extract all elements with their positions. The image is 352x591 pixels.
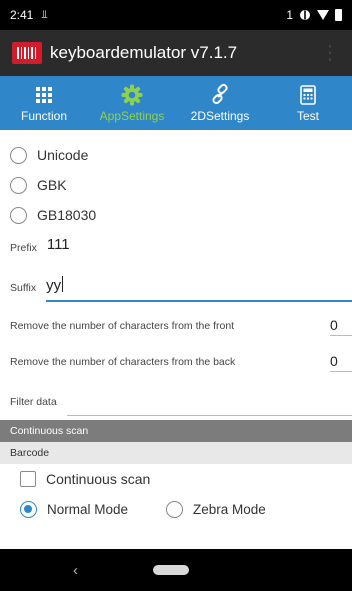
section-header-barcode: Barcode xyxy=(0,442,352,464)
mode-option-zebra[interactable]: Zebra Mode xyxy=(166,500,266,518)
encoding-option-label: GB18030 xyxy=(37,207,97,223)
tab-function[interactable]: Function xyxy=(0,76,88,130)
calculator-icon xyxy=(300,84,316,105)
tab-bar: Function AppSettings 2DSettings Test xyxy=(0,76,352,130)
app-title: keyboardemulator v7.1.7 xyxy=(50,43,238,62)
gear-icon xyxy=(121,84,143,105)
suffix-value: yy xyxy=(46,277,62,294)
mode-option-label: Zebra Mode xyxy=(193,501,266,517)
link-icon xyxy=(212,83,228,104)
mode-option-label: Normal Mode xyxy=(47,501,129,517)
home-pill-button[interactable] xyxy=(153,565,189,575)
encoding-option-label: Unicode xyxy=(37,147,89,163)
remove-back-label: Remove the number of characters from the… xyxy=(10,356,236,368)
continuous-scan-label: Continuous scan xyxy=(46,471,151,487)
radio-button[interactable] xyxy=(10,146,27,164)
settings-content[interactable]: Unicode GBK GB18030 Prefix 111 Suffix yy… xyxy=(0,130,352,549)
notification-icon: ⫫ xyxy=(41,8,48,21)
app-bar: keyboardemulator v7.1.7 ⋮ xyxy=(0,30,352,76)
continuous-scan-row[interactable]: Continuous scan xyxy=(0,464,352,494)
prefix-input[interactable]: 111 xyxy=(47,236,352,262)
encoding-option-unicode[interactable]: Unicode xyxy=(0,140,352,170)
suffix-input[interactable]: yy xyxy=(46,276,352,302)
tab-appsettings[interactable]: AppSettings xyxy=(88,76,176,130)
tab-appsettings-label: AppSettings xyxy=(99,108,165,123)
prefix-row: Prefix 111 xyxy=(0,230,352,262)
app-logo-icon xyxy=(12,42,42,64)
sim-indicator: 1 xyxy=(286,8,293,22)
remove-front-label: Remove the number of characters from the… xyxy=(10,320,235,332)
text-cursor xyxy=(62,276,64,292)
prefix-label: Prefix xyxy=(10,242,37,254)
radio-button[interactable] xyxy=(10,176,27,194)
suffix-row: Suffix yy xyxy=(0,262,352,302)
tab-test[interactable]: Test xyxy=(264,76,352,130)
tab-function-label: Function xyxy=(20,108,68,123)
remove-front-row: Remove the number of characters from the… xyxy=(0,308,352,344)
suffix-label: Suffix xyxy=(10,282,37,294)
prefix-value: 111 xyxy=(46,236,70,253)
encoding-option-gb18030[interactable]: GB18030 xyxy=(0,200,352,230)
overflow-menu-icon[interactable]: ⋮ xyxy=(320,43,340,63)
mode-option-normal[interactable]: Normal Mode xyxy=(20,500,129,518)
status-icons: 1 xyxy=(286,8,342,22)
radio-button-selected[interactable] xyxy=(20,500,37,518)
filter-label: Filter data xyxy=(10,396,57,408)
tab-test-label: Test xyxy=(296,108,319,123)
status-bar: 2:41 ⫫ 1 xyxy=(0,0,352,30)
radio-button[interactable] xyxy=(10,206,27,224)
encoding-option-label: GBK xyxy=(37,177,67,193)
filter-row: Filter data xyxy=(0,380,352,416)
remove-front-input[interactable]: 0 xyxy=(330,317,352,336)
back-icon[interactable]: ‹ xyxy=(73,562,78,579)
remove-back-input[interactable]: 0 xyxy=(330,353,352,372)
radio-button[interactable] xyxy=(166,500,184,518)
filter-input[interactable] xyxy=(66,390,352,416)
remove-back-row: Remove the number of characters from the… xyxy=(0,344,352,380)
encoding-option-gbk[interactable]: GBK xyxy=(0,170,352,200)
tab-2dsettings[interactable]: 2DSettings xyxy=(176,76,264,130)
scan-mode-row: Normal Mode Zebra Mode xyxy=(0,494,352,524)
wifi-icon xyxy=(317,10,329,20)
grid-icon xyxy=(36,86,52,103)
continuous-scan-checkbox[interactable] xyxy=(20,471,36,487)
status-time: 2:41 xyxy=(10,8,34,22)
section-header-continuous-scan: Continuous scan xyxy=(0,420,352,442)
data-sync-icon xyxy=(300,10,310,20)
battery-icon xyxy=(335,9,342,21)
tab-2dsettings-label: 2DSettings xyxy=(190,108,250,123)
system-nav-bar: ‹ xyxy=(0,549,352,591)
